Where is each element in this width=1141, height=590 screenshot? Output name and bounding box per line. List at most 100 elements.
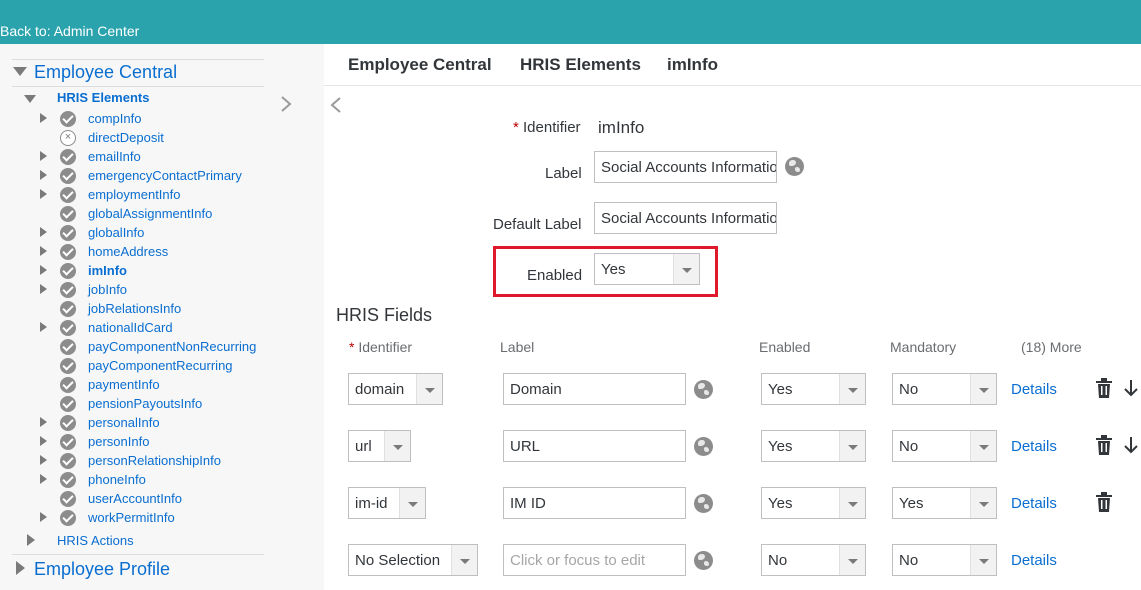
globe-icon[interactable] [694, 380, 713, 399]
tree-item[interactable]: payComponentNonRecurring [38, 338, 308, 357]
field-identifier-select[interactable]: url [348, 430, 411, 462]
field-label-input[interactable]: Domain [503, 373, 686, 405]
tree-hris-actions[interactable]: HRIS Actions [57, 533, 134, 548]
expand-triangle-icon[interactable] [40, 284, 47, 294]
col-header-more[interactable]: (18) More [1021, 339, 1082, 355]
tree-item[interactable]: jobInfo [38, 281, 308, 300]
expand-triangle-icon[interactable] [27, 534, 35, 546]
chevron-down-icon[interactable] [970, 488, 996, 518]
expand-triangle-icon[interactable] [40, 322, 47, 332]
tree-item[interactable]: personRelationshipInfo [38, 452, 308, 471]
tree-item-label[interactable]: globalInfo [88, 225, 144, 240]
expand-triangle-icon[interactable] [40, 189, 47, 199]
expand-triangle-icon[interactable] [16, 561, 25, 575]
chevron-down-icon[interactable] [970, 374, 996, 404]
field-identifier-select[interactable]: domain [348, 373, 443, 405]
chevron-down-icon[interactable] [384, 431, 410, 461]
tree-item-label[interactable]: directDeposit [88, 130, 164, 145]
expand-triangle-icon[interactable] [40, 151, 47, 161]
field-label-input[interactable]: Click or focus to edit [503, 544, 686, 576]
tree-item[interactable]: pensionPayoutsInfo [38, 395, 308, 414]
tree-item-label[interactable]: nationalIdCard [88, 320, 173, 335]
tree-item-label[interactable]: personalInfo [88, 415, 160, 430]
tree-item[interactable]: jobRelationsInfo [38, 300, 308, 319]
tree-item-label[interactable]: userAccountInfo [88, 491, 182, 506]
label-input[interactable]: Social Accounts Information [594, 151, 777, 183]
chevron-down-icon[interactable] [839, 488, 865, 518]
tree-item[interactable]: × directDeposit [38, 129, 308, 148]
tree-item-label[interactable]: employmentInfo [88, 187, 181, 202]
tree-item-label[interactable]: emergencyContactPrimary [88, 168, 242, 183]
expand-triangle-icon[interactable] [40, 265, 47, 275]
chevron-down-icon[interactable] [839, 431, 865, 461]
default-label-input[interactable]: Social Accounts Information [594, 202, 777, 234]
field-enabled-select[interactable]: Yes [761, 430, 866, 462]
field-enabled-select[interactable]: Yes [761, 487, 866, 519]
tree-item[interactable]: homeAddress [38, 243, 308, 262]
expand-triangle-icon[interactable] [40, 417, 47, 427]
collapse-triangle-icon[interactable] [13, 67, 27, 76]
tree-item-label[interactable]: paymentInfo [88, 377, 160, 392]
breadcrumb-hris-elements[interactable]: HRIS Elements [520, 55, 641, 75]
field-mandatory-select[interactable]: No [892, 373, 997, 405]
tree-hris-elements[interactable]: HRIS Elements [57, 90, 149, 105]
breadcrumb-employee-central[interactable]: Employee Central [348, 55, 492, 75]
details-link[interactable]: Details [1011, 552, 1057, 569]
field-label-input[interactable]: URL [503, 430, 686, 462]
trash-icon[interactable] [1095, 435, 1113, 455]
tree-item-label[interactable]: imInfo [88, 263, 127, 278]
chevron-down-icon[interactable] [970, 431, 996, 461]
trash-icon[interactable] [1095, 378, 1113, 398]
tree-item-label[interactable]: jobInfo [88, 282, 127, 297]
tree-item-label[interactable]: globalAssignmentInfo [88, 206, 212, 221]
globe-icon[interactable] [694, 437, 713, 456]
field-identifier-select[interactable]: No Selection [348, 544, 478, 576]
trash-icon[interactable] [1095, 492, 1113, 512]
tree-item-label[interactable]: personRelationshipInfo [88, 453, 221, 468]
arrow-down-icon[interactable] [1124, 379, 1138, 397]
details-link[interactable]: Details [1011, 495, 1057, 512]
tree-item-label[interactable]: workPermitInfo [88, 510, 175, 525]
field-enabled-select[interactable]: Yes [761, 373, 866, 405]
tree-item-label[interactable]: homeAddress [88, 244, 168, 259]
chevron-down-icon[interactable] [839, 545, 865, 575]
field-label-input[interactable]: IM ID [503, 487, 686, 519]
tree-item-label[interactable]: pensionPayoutsInfo [88, 396, 202, 411]
details-link[interactable]: Details [1011, 438, 1057, 455]
chevron-down-icon[interactable] [970, 545, 996, 575]
chevron-left-icon[interactable] [329, 96, 343, 114]
chevron-down-icon[interactable] [399, 488, 425, 518]
expand-triangle-icon[interactable] [40, 512, 47, 522]
back-to-admin-center-link[interactable]: Back to: Admin Center [0, 23, 139, 39]
tree-item[interactable]: compInfo [38, 110, 308, 129]
details-link[interactable]: Details [1011, 381, 1057, 398]
tree-item[interactable]: nationalIdCard [38, 319, 308, 338]
tree-employee-central[interactable]: Employee Central [34, 62, 177, 83]
tree-item-label[interactable]: personInfo [88, 434, 149, 449]
globe-icon[interactable] [785, 157, 804, 176]
tree-item[interactable]: personInfo [38, 433, 308, 452]
collapse-triangle-icon[interactable] [24, 95, 36, 103]
chevron-down-icon[interactable] [416, 374, 442, 404]
tree-item[interactable]: emailInfo [38, 148, 308, 167]
tree-item-label[interactable]: jobRelationsInfo [88, 301, 181, 316]
expand-triangle-icon[interactable] [40, 436, 47, 446]
tree-item-label[interactable]: payComponentRecurring [88, 358, 233, 373]
chevron-down-icon[interactable] [673, 254, 699, 284]
expand-triangle-icon[interactable] [40, 246, 47, 256]
expand-triangle-icon[interactable] [40, 474, 47, 484]
field-mandatory-select[interactable]: No [892, 544, 997, 576]
tree-item[interactable]: phoneInfo [38, 471, 308, 490]
field-mandatory-select[interactable]: Yes [892, 487, 997, 519]
tree-item[interactable]: userAccountInfo [38, 490, 308, 509]
expand-triangle-icon[interactable] [40, 227, 47, 237]
arrow-down-icon[interactable] [1124, 436, 1138, 454]
tree-item-label[interactable]: emailInfo [88, 149, 141, 164]
expand-triangle-icon[interactable] [40, 113, 47, 123]
tree-item[interactable]: employmentInfo [38, 186, 308, 205]
tree-item[interactable]: payComponentRecurring [38, 357, 308, 376]
tree-item-label[interactable]: compInfo [88, 111, 141, 126]
globe-icon[interactable] [694, 551, 713, 570]
field-enabled-select[interactable]: No [761, 544, 866, 576]
field-mandatory-select[interactable]: No [892, 430, 997, 462]
